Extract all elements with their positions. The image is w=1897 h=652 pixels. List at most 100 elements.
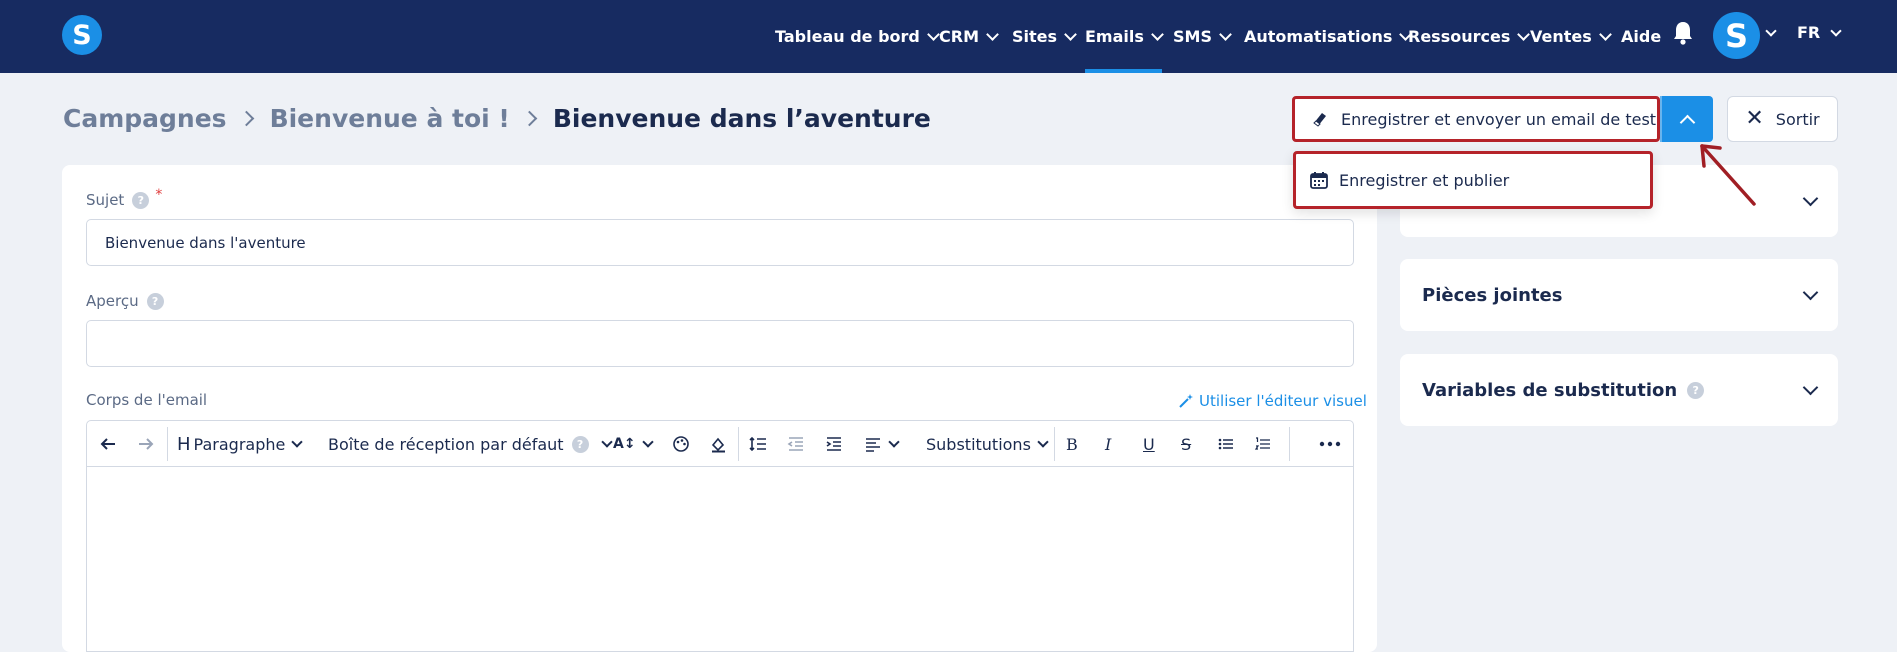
nav-item-automations[interactable]: Automatisations xyxy=(1244,0,1413,73)
visual-editor-link-text: Utiliser l'éditeur visuel xyxy=(1199,392,1367,410)
redo-icon[interactable] xyxy=(137,435,155,453)
substitutions-label: Substitutions xyxy=(926,434,1031,454)
nav-label: CRM xyxy=(939,27,979,46)
font-size-dropdown[interactable]: A↕ xyxy=(613,421,654,467)
chevron-down-icon xyxy=(1517,28,1531,41)
chevron-down-icon xyxy=(1064,28,1077,41)
undo-icon[interactable] xyxy=(99,435,117,453)
subject-label: Sujet ? * xyxy=(86,187,162,209)
highlight-color-icon[interactable] xyxy=(709,435,727,453)
attachments-title: Pièces jointes xyxy=(1422,284,1563,306)
toolbar-divider xyxy=(1289,427,1290,461)
bullet-list-icon[interactable] xyxy=(1217,435,1235,453)
nav-label: Emails xyxy=(1085,27,1144,46)
preview-label: Aperçu ? xyxy=(86,292,164,310)
breadcrumb-campaign[interactable]: Bienvenue à toi ! xyxy=(270,104,510,133)
nav-item-sales[interactable]: Ventes xyxy=(1530,0,1612,73)
chevron-down-icon xyxy=(1598,28,1612,41)
nav-item-dashboard[interactable]: Tableau de bord xyxy=(775,0,940,73)
chevron-down-icon xyxy=(641,436,654,448)
more-options-icon[interactable] xyxy=(1319,435,1341,453)
chevron-down-icon xyxy=(1151,28,1164,41)
nav-item-crm[interactable]: CRM xyxy=(939,0,999,73)
chevron-right-icon xyxy=(521,110,538,127)
chevron-down-icon xyxy=(1037,436,1049,448)
chevron-down-icon xyxy=(888,436,900,448)
language-label: FR xyxy=(1797,23,1821,42)
attachments-panel[interactable]: Pièces jointes xyxy=(1400,259,1838,331)
help-icon[interactable]: ? xyxy=(132,191,150,209)
underline-icon[interactable]: U xyxy=(1143,421,1155,467)
help-icon[interactable]: ? xyxy=(571,435,589,453)
line-height-icon[interactable] xyxy=(749,435,767,453)
brand-logo[interactable]: S xyxy=(62,15,102,55)
save-publish-menu-item[interactable]: Enregistrer et publier xyxy=(1293,151,1653,209)
close-icon: ✕ xyxy=(1745,106,1764,131)
bell-icon[interactable] xyxy=(1672,20,1694,46)
paragraph-dropdown[interactable]: H Paragraphe xyxy=(177,421,304,467)
chevron-down-icon xyxy=(926,28,940,41)
chevron-down-icon[interactable] xyxy=(1765,25,1777,37)
language-selector[interactable]: FR xyxy=(1797,0,1842,65)
nav-item-resources[interactable]: Ressources xyxy=(1408,0,1531,73)
nav-label: Automatisations xyxy=(1244,27,1393,46)
avatar-letter: S xyxy=(1724,16,1749,55)
calendar-icon xyxy=(1310,172,1328,189)
required-marker: * xyxy=(155,187,163,203)
substitution-variables-panel[interactable]: Variables de substitution ? xyxy=(1400,354,1838,426)
outdent-icon[interactable] xyxy=(787,435,805,453)
paragraph-label: Paragraphe xyxy=(193,434,286,454)
nav-label: Ventes xyxy=(1530,27,1592,46)
help-icon[interactable]: ? xyxy=(1687,381,1705,399)
help-icon[interactable]: ? xyxy=(146,292,164,310)
body-label-text: Corps de l'email xyxy=(86,391,208,409)
toolbar-divider xyxy=(167,427,168,461)
preview-label-text: Aperçu xyxy=(86,292,139,310)
nav-item-sms[interactable]: SMS xyxy=(1173,0,1232,73)
magic-wand-icon xyxy=(1179,394,1193,408)
bold-icon[interactable]: B xyxy=(1066,421,1078,467)
nav-item-emails[interactable]: Emails xyxy=(1085,0,1164,73)
breadcrumb-campaigns[interactable]: Campagnes xyxy=(63,104,227,133)
heading-icon: H xyxy=(177,433,191,455)
chevron-right-icon xyxy=(238,110,254,127)
strikethrough-icon[interactable]: S xyxy=(1181,421,1191,467)
font-size-icon: A↕ xyxy=(613,436,636,452)
eraser-icon xyxy=(1313,113,1326,127)
nav-label: Ressources xyxy=(1408,27,1511,46)
numbered-list-icon[interactable] xyxy=(1254,435,1272,453)
page-title: Bienvenue dans l’aventure xyxy=(552,104,931,133)
save-send-test-label: Enregistrer et envoyer un email de test xyxy=(1341,109,1657,129)
chevron-up-icon xyxy=(1679,114,1696,130)
chevron-down-icon xyxy=(600,436,613,448)
text-color-icon[interactable] xyxy=(672,435,690,453)
substitution-variables-title: Variables de substitution xyxy=(1422,379,1678,401)
italic-icon[interactable]: I xyxy=(1105,421,1111,467)
inbox-label: Boîte de réception par défaut xyxy=(328,434,564,454)
chevron-down-icon xyxy=(1802,190,1819,206)
body-label: Corps de l'email xyxy=(86,391,207,409)
nav-label: Aide xyxy=(1621,27,1662,46)
save-publish-label: Enregistrer et publier xyxy=(1339,170,1510,190)
annotation-arrow-icon xyxy=(1700,144,1756,206)
indent-icon[interactable] xyxy=(825,435,843,453)
nav-item-help[interactable]: Aide xyxy=(1621,0,1661,73)
chevron-down-icon xyxy=(291,436,304,448)
align-left-icon xyxy=(866,438,880,452)
nav-label: SMS xyxy=(1173,27,1212,46)
avatar[interactable]: S xyxy=(1713,12,1760,59)
chevron-down-icon xyxy=(986,28,999,41)
nav-label: Tableau de bord xyxy=(775,27,920,46)
email-body-editor[interactable]: H Paragraphe Boîte de réception par défa… xyxy=(86,420,1354,652)
nav-label: Sites xyxy=(1012,27,1058,46)
inbox-dropdown[interactable]: Boîte de réception par défaut ? xyxy=(328,421,613,467)
nav-item-sites[interactable]: Sites xyxy=(1012,0,1077,73)
visual-editor-link[interactable]: Utiliser l'éditeur visuel xyxy=(1178,392,1367,410)
logo-letter: S xyxy=(72,19,92,51)
substitutions-dropdown[interactable]: Substitutions xyxy=(926,421,1049,467)
preview-input[interactable] xyxy=(86,320,1354,367)
chevron-down-icon xyxy=(1802,379,1819,395)
align-dropdown[interactable] xyxy=(864,421,900,467)
save-send-test-button[interactable]: Enregistrer et envoyer un email de test xyxy=(1292,96,1660,142)
subject-input[interactable]: Bienvenue dans l'aventure xyxy=(86,219,1354,266)
